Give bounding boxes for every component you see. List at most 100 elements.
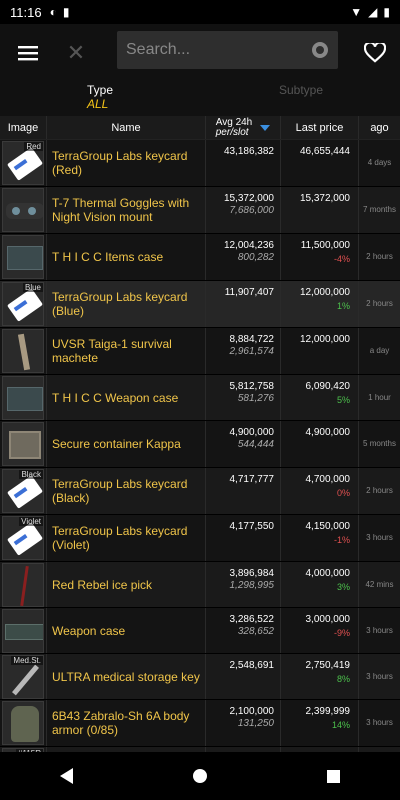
type-filter-label: Type <box>87 83 114 97</box>
subtype-filter[interactable]: Subtype <box>279 83 323 97</box>
item-avg-price: 3,286,522 <box>229 614 275 625</box>
item-last-price: 4,150,000 <box>305 521 351 532</box>
item-last-cell: 4,150,000 -1% <box>281 515 359 561</box>
table-row[interactable]: Med.St. ULTRA medical storage key 2,548,69… <box>0 654 400 700</box>
table-row[interactable]: Secure container Kappa 4,900,000 544,444 4,… <box>0 421 400 468</box>
refresh-icon[interactable] <box>312 42 328 58</box>
item-shape <box>9 431 41 459</box>
type-filter[interactable]: Type ALL <box>87 83 113 111</box>
status-right: ▼ ◢ ▮ <box>350 5 390 19</box>
back-icon[interactable] <box>60 768 73 784</box>
item-image-cell <box>0 328 47 374</box>
table-row[interactable]: Violet TerraGroup Labs keycard (Violet) 4,… <box>0 515 400 562</box>
item-list[interactable]: Red TerraGroup Labs keycard (Red) 43,186,3… <box>0 140 400 752</box>
item-name: TerraGroup Labs keycard (Blue) <box>47 281 206 327</box>
item-price-change: -9% <box>333 628 350 638</box>
column-last-price[interactable]: Last price <box>281 116 359 139</box>
item-avg-price: 2,100,000 <box>229 706 275 717</box>
item-ago: 3 hours <box>366 625 393 635</box>
search-input[interactable] <box>126 41 306 59</box>
favorites-button[interactable] <box>362 40 388 66</box>
item-price-change: 14% <box>331 720 350 730</box>
table-row[interactable]: T H I C C Weapon case 5,812,758 581,276 6,0… <box>0 375 400 421</box>
column-image[interactable]: Image <box>0 116 47 139</box>
column-avg-label: Avg 24h <box>215 116 253 128</box>
table-row[interactable]: Weapon case 3,286,522 328,652 3,000,000 -9% 3… <box>0 608 400 654</box>
item-ago: 2 hours <box>366 252 393 261</box>
item-name: Weapon case <box>47 608 206 653</box>
item-last-cell: 2,750,419 8% <box>281 654 359 699</box>
item-tag: Violet <box>19 517 43 526</box>
item-avg-cell: 5,812,758 581,276 <box>206 375 281 420</box>
item-last-price: 4,700,000 <box>305 474 351 485</box>
table-row[interactable]: Red Rebel ice pick 3,896,984 1,298,995 4,00… <box>0 562 400 608</box>
item-last-price: 6,090,420 <box>305 381 351 392</box>
item-name: TerraGroup Labs keycard (Violet) <box>47 515 206 561</box>
item-avg-price: 5,812,758 <box>229 381 275 392</box>
item-image-cell <box>0 562 47 607</box>
column-avg-24h[interactable]: Avg 24h per/slot <box>206 116 281 139</box>
system-nav-bar <box>0 752 400 800</box>
item-shape <box>12 664 39 695</box>
item-name: Secure container Kappa <box>47 421 206 467</box>
item-tag: Black <box>19 470 43 479</box>
item-last-price: 4,900,000 <box>305 427 351 438</box>
item-shape <box>7 246 43 270</box>
item-last-price: 4,000,000 <box>305 568 351 579</box>
item-price-change: 1% <box>336 301 350 311</box>
table-row[interactable]: UVSR Taiga-1 survival machete 8,884,722 2,… <box>0 328 400 375</box>
table-row[interactable]: Blue TerraGroup Labs keycard (Blue) 11,907… <box>0 281 400 328</box>
item-ago: 1 hour <box>368 392 391 402</box>
item-avg-cell: 2,548,691 <box>206 654 281 699</box>
item-per-slot: 7,686,000 <box>229 205 275 216</box>
type-filter-value: ALL <box>87 97 109 111</box>
item-shape <box>6 147 43 181</box>
home-icon[interactable] <box>193 769 207 783</box>
column-name[interactable]: Name <box>47 116 206 139</box>
item-avg-price: 11,907,407 <box>224 287 274 298</box>
item-shape <box>6 288 43 322</box>
item-last-cell: 3,000,000 -9% <box>281 608 359 653</box>
item-avg-cell: 15,372,000 7,686,000 <box>206 187 281 233</box>
app-notification-icon: ◐ <box>49 5 57 19</box>
item-tag: Blue <box>22 283 43 292</box>
item-price-change: 0% <box>336 488 350 498</box>
item-name: ULTRA medical storage key <box>47 654 206 699</box>
machete-icon <box>2 329 44 373</box>
sd-card-icon: ▮ <box>62 5 70 19</box>
item-avg-price: 43,186,382 <box>223 146 274 157</box>
item-avg-cell: 11,907,407 <box>206 281 281 327</box>
table-row[interactable]: 6B43 Zabralo-Sh 6A body armor (0/85) 2,10… <box>0 700 400 747</box>
ice-pick-icon <box>2 562 44 607</box>
clear-search-button[interactable]: ✕ <box>48 24 104 82</box>
keycard-red-icon: Red <box>2 141 44 185</box>
hamburger-icon <box>18 46 38 61</box>
item-avg-cell: 3,896,984 1,298,995 <box>206 562 281 607</box>
item-last-cell: 11,500,000 -4% <box>281 234 359 280</box>
item-price-change: -4% <box>333 254 350 264</box>
item-avg-cell: 4,177,550 <box>206 515 281 561</box>
table-row[interactable]: T-7 Thermal Goggles with Night Vision mo… <box>0 187 400 234</box>
table-row[interactable]: Red TerraGroup Labs keycard (Red) 43,186,3… <box>0 140 400 187</box>
recent-apps-icon[interactable] <box>327 769 340 783</box>
column-ago[interactable]: ago <box>359 116 400 139</box>
table-row[interactable]: Black TerraGroup Labs keycard (Black) 4,71… <box>0 468 400 515</box>
item-per-slot: 2,961,574 <box>229 346 275 357</box>
item-avg-price: 3,896,984 <box>229 568 275 579</box>
item-avg-cell: 2,100,000 131,250 <box>206 700 281 746</box>
item-image-cell <box>0 608 47 653</box>
item-avg-cell: 8,884,722 2,961,574 <box>206 328 281 374</box>
table-row[interactable]: T H I C C Items case 12,004,236 800,282 11,… <box>0 234 400 281</box>
search-box[interactable] <box>117 31 338 69</box>
item-ago: 2 hours <box>366 486 393 495</box>
item-price-change: -1% <box>333 535 350 545</box>
item-ago: 4 days <box>367 158 392 167</box>
item-last-price: 3,000,000 <box>305 614 351 625</box>
item-last-cell: 46,655,444 <box>281 140 359 186</box>
item-tag: Med.St. <box>11 655 43 665</box>
items-case-icon <box>2 235 44 279</box>
keycard-black-icon: Black <box>2 469 44 513</box>
item-ago: 3 hours <box>366 533 393 542</box>
item-avg-price: 15,372,000 <box>223 193 274 204</box>
item-per-slot: 800,282 <box>237 252 274 263</box>
